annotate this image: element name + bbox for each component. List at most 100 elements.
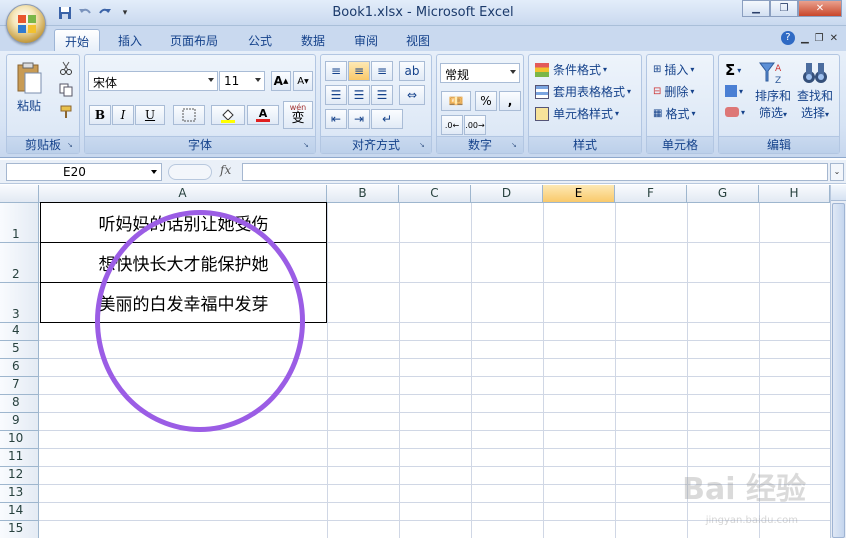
column-header-f[interactable]: F (615, 185, 687, 203)
phonetic-button[interactable]: wén 变 (283, 101, 313, 129)
align-left-button[interactable]: ☰ (325, 85, 347, 105)
row-header-14[interactable]: 14 (0, 503, 39, 521)
clear-button[interactable]: ▾ (725, 107, 745, 117)
font-launcher-icon[interactable]: ↘ (303, 141, 312, 150)
align-middle-button[interactable]: ≡ (348, 61, 370, 81)
vertical-scrollbar[interactable] (830, 185, 846, 538)
tab-view[interactable]: 视图 (396, 29, 440, 51)
column-header-c[interactable]: C (399, 185, 471, 203)
row-header-15[interactable]: 15 (0, 521, 39, 538)
font-name-combo[interactable]: 宋体 (88, 71, 218, 91)
minimize-button[interactable]: ▁ (742, 0, 770, 17)
number-format-combo[interactable]: 常规 (440, 63, 520, 83)
help-icon[interactable]: ? (780, 31, 795, 45)
bold-button[interactable]: B (89, 105, 111, 125)
scroll-up-button[interactable] (831, 185, 846, 201)
decrease-decimal-button[interactable]: .00→ (464, 115, 486, 135)
find-select-button[interactable]: 查找和 选择▾ (797, 59, 833, 121)
increase-indent-button[interactable]: ⇥ (348, 109, 370, 129)
wrap-text-button[interactable]: ↵ (371, 109, 403, 129)
align-center-button[interactable]: ☰ (348, 85, 370, 105)
format-as-table-button[interactable]: 套用表格格式 ▾ (535, 83, 631, 100)
office-button[interactable] (6, 4, 46, 44)
copy-icon[interactable] (59, 83, 73, 97)
row-header-7[interactable]: 7 (0, 377, 39, 395)
expand-formula-bar-icon[interactable]: ⌄ (830, 163, 844, 181)
autosum-button[interactable]: Σ ▾ (725, 61, 741, 79)
cut-icon[interactable] (59, 61, 73, 75)
row-header-8[interactable]: 8 (0, 395, 39, 413)
formula-bar-splitter[interactable] (168, 164, 212, 180)
row-header-13[interactable]: 13 (0, 485, 39, 503)
font-color-button[interactable]: A (247, 105, 279, 125)
merge-center-button[interactable]: ⇔ (399, 85, 425, 105)
increase-decimal-button[interactable]: .0← (441, 115, 463, 135)
ribbon: 粘贴 剪贴板 ↘ 宋体 11 A ▲ A ▼ B I U A wén 变 字体 ↘ (0, 51, 846, 158)
tab-page-layout[interactable]: 页面布局 (160, 29, 228, 51)
decrease-indent-button[interactable]: ⇤ (325, 109, 347, 129)
number-launcher-icon[interactable]: ↘ (511, 141, 520, 150)
workbook-minimize-icon[interactable]: ▁ (801, 33, 809, 44)
font-size-combo[interactable]: 11 (219, 71, 265, 91)
format-painter-icon[interactable] (59, 105, 73, 119)
insert-cells-button[interactable]: ⊞ 插入 ▾ (653, 61, 694, 78)
scroll-thumb[interactable] (832, 203, 845, 538)
column-header-d[interactable]: D (471, 185, 543, 203)
row-header-12[interactable]: 12 (0, 467, 39, 485)
column-header-g[interactable]: G (687, 185, 759, 203)
orientation-button[interactable]: ab (399, 61, 425, 81)
currency-button[interactable]: 💴 (441, 91, 471, 111)
name-box[interactable]: E20 (6, 163, 162, 181)
row-header-4[interactable]: 4 (0, 323, 39, 341)
workbook-restore-icon[interactable]: ❐ (815, 33, 824, 44)
row-header-6[interactable]: 6 (0, 359, 39, 377)
cell-a3[interactable]: 美丽的白发幸福中发芽 (40, 282, 327, 323)
grow-font-button[interactable]: A ▲ (271, 71, 291, 91)
delete-cells-button[interactable]: ⊟ 删除 ▾ (653, 83, 694, 100)
alignment-launcher-icon[interactable]: ↘ (419, 141, 428, 150)
tab-formulas[interactable]: 公式 (238, 29, 282, 51)
fill-button[interactable]: ▾ (725, 85, 743, 97)
paste-button[interactable]: 粘贴 (15, 61, 43, 114)
insert-function-button[interactable]: fx (220, 163, 231, 177)
align-bottom-button[interactable]: ≡ (371, 61, 393, 81)
borders-button[interactable] (173, 105, 205, 125)
underline-button[interactable]: U (135, 105, 165, 125)
format-cells-button[interactable]: ▦ 格式 ▾ (653, 105, 695, 122)
grid-line (327, 203, 328, 538)
column-header-a[interactable]: A (39, 185, 327, 203)
tab-home[interactable]: 开始 (54, 29, 101, 51)
sort-filter-button[interactable]: AZ 排序和 筛选▾ (755, 59, 791, 121)
clipboard-launcher-icon[interactable]: ↘ (67, 141, 76, 150)
cell-a2[interactable]: 想快快长大才能保护她 (40, 242, 327, 283)
row-header-1[interactable]: 1 (0, 203, 39, 243)
maximize-button[interactable]: ❐ (770, 0, 798, 17)
row-header-9[interactable]: 9 (0, 413, 39, 431)
align-right-button[interactable]: ☰ (371, 85, 393, 105)
row-header-11[interactable]: 11 (0, 449, 39, 467)
row-header-3[interactable]: 3 (0, 283, 39, 323)
fill-color-button[interactable] (211, 105, 245, 125)
align-top-button[interactable]: ≡ (325, 61, 347, 81)
shrink-font-button[interactable]: A ▼ (293, 71, 313, 91)
select-all-button[interactable] (0, 185, 39, 203)
column-header-b[interactable]: B (327, 185, 399, 203)
cell-a1[interactable]: 听妈妈的话别让她受伤 (40, 202, 327, 243)
workbook-close-icon[interactable]: ✕ (830, 33, 838, 44)
styles-group-label: 样式 (529, 136, 641, 153)
close-button[interactable]: ✕ (798, 0, 842, 17)
column-header-h[interactable]: H (759, 185, 830, 203)
row-header-2[interactable]: 2 (0, 243, 39, 283)
row-header-5[interactable]: 5 (0, 341, 39, 359)
conditional-format-button[interactable]: 条件格式 ▾ (535, 61, 607, 78)
italic-button[interactable]: I (112, 105, 134, 125)
tab-insert[interactable]: 插入 (108, 29, 152, 51)
column-header-e[interactable]: E (543, 185, 615, 203)
cell-styles-button[interactable]: 单元格样式 ▾ (535, 105, 619, 122)
tab-review[interactable]: 审阅 (344, 29, 388, 51)
row-header-10[interactable]: 10 (0, 431, 39, 449)
formula-input[interactable] (242, 163, 828, 181)
tab-data[interactable]: 数据 (291, 29, 335, 51)
percent-button[interactable]: % (475, 91, 497, 111)
comma-button[interactable]: , (499, 91, 521, 111)
